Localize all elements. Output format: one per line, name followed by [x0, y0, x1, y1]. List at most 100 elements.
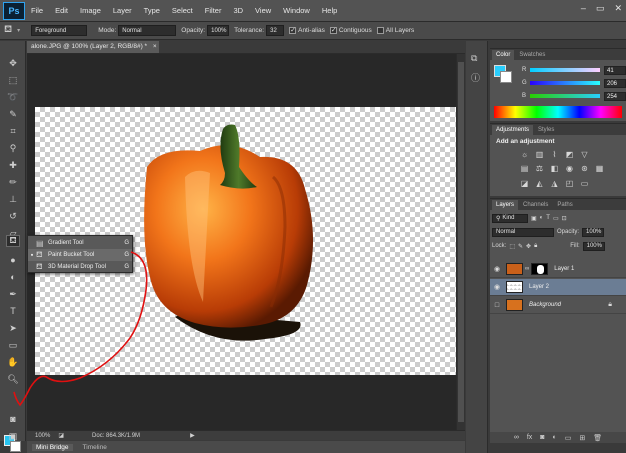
vibrance-icon[interactable]: ▽ [580, 151, 589, 159]
doc-size-info: Doc: 864.3K/1.9M [92, 432, 141, 439]
tab-mini-bridge[interactable]: Mini Bridge [32, 443, 73, 451]
properties-panel-icon[interactable]: ⓘ [471, 71, 480, 84]
tab-timeline[interactable]: Timeline [79, 444, 111, 451]
red-slider-row: R 41 [522, 65, 626, 75]
tab-channels[interactable]: Channels [519, 200, 552, 210]
lock-position-icon[interactable]: ✥ [526, 243, 531, 250]
gradient-map-icon[interactable]: ▭ [580, 180, 589, 188]
green-slider[interactable] [530, 81, 600, 85]
tab-adjustments[interactable]: Adjustments [492, 125, 534, 135]
color-panel: Color Swatches R 41 G 206 B 254 [490, 48, 626, 121]
background-layer-name[interactable]: Background [529, 302, 561, 308]
color-spectrum-ramp[interactable] [494, 106, 622, 118]
bottom-panel-tabs: Mini Bridge Timeline [27, 441, 465, 453]
fill-label: Fill: [570, 243, 580, 249]
layer-1-name[interactable]: Layer 1 [554, 266, 574, 272]
adjustments-panel-tabs: Adjustments Styles [490, 124, 626, 135]
lock-row: Lock: ⬚ ✎ ✥ 🔒︎ Fill: 100% [492, 241, 624, 251]
threshold-icon[interactable]: ◮ [550, 180, 559, 188]
layer-opacity-label: Opacity: [557, 229, 580, 235]
photo-filter-icon[interactable]: ◉ [565, 165, 574, 173]
levels-icon[interactable]: ▥ [535, 151, 544, 159]
red-label: R [522, 67, 527, 73]
filter-shape-icon[interactable]: ▭ [553, 215, 559, 222]
layer-row-layer-1[interactable]: ◉ ∞ Layer 1 [490, 261, 626, 278]
delete-layer-icon[interactable]: 🗑︎ [593, 434, 602, 442]
lock-image-icon[interactable]: ✎ [518, 243, 523, 250]
layer-row-layer-2[interactable]: ◉ Layer 2 [490, 279, 626, 296]
collapsed-panel-icons: ⧉ ⓘ [466, 41, 488, 453]
layer-row-background[interactable]: □ Background 🔒︎ [490, 297, 626, 314]
history-panel-icon[interactable]: ⧉ [471, 53, 477, 64]
filter-adjust-icon[interactable]: ◐ [540, 215, 544, 221]
tab-styles[interactable]: Styles [534, 125, 558, 135]
fill-value: 100% [586, 243, 602, 249]
green-slider-row: G 206 [522, 78, 626, 88]
fill-input[interactable]: 100% [582, 241, 605, 251]
layer-filter-select[interactable]: ⚲ Kind [492, 213, 528, 223]
black-white-icon[interactable]: ◧ [550, 165, 559, 173]
exposure-icon[interactable]: ◩ [565, 151, 574, 159]
adjustments-panel: Adjustments Styles Add an adjustment ☼ ▥… [490, 123, 626, 196]
filter-type-icon[interactable]: T [546, 215, 550, 221]
blend-mode-value: Normal [496, 229, 516, 235]
blend-mode-select[interactable]: Normal [492, 227, 554, 237]
layers-panel: Layers Channels Paths ⚲ Kind ▣ ◐ T ▭ ⊡ N… [490, 198, 626, 443]
layer-filter-row: ⚲ Kind ▣ ◐ T ▭ ⊡ [492, 213, 624, 223]
tab-color[interactable]: Color [492, 50, 515, 60]
invert-icon[interactable]: ◪ [520, 180, 529, 188]
layers-footer: ∞ fx ◙ ◐ ▭ ⊞ 🗑︎ [490, 432, 626, 443]
blue-value[interactable]: 254 [604, 91, 626, 101]
layer-opacity-input[interactable]: 100% [582, 227, 605, 237]
color-panel-tabs: Color Swatches [490, 49, 626, 60]
status-arrow-icon[interactable]: ▶ [190, 432, 195, 439]
red-slider[interactable] [530, 68, 600, 72]
blue-label: B [522, 93, 527, 99]
visibility-eye-icon[interactable]: ◉ [490, 283, 504, 291]
layer-2-thumbnail [506, 281, 523, 293]
tab-layers[interactable]: Layers [492, 200, 519, 210]
lock-transparent-icon[interactable]: ⬚ [509, 243, 515, 250]
new-group-icon[interactable]: ▭ [565, 434, 572, 442]
tab-paths[interactable]: Paths [553, 200, 576, 210]
tab-swatches[interactable]: Swatches [515, 50, 549, 60]
green-value[interactable]: 206 [604, 78, 626, 88]
layer-style-icon[interactable]: fx [527, 434, 532, 441]
posterize-icon[interactable]: ◭ [535, 180, 544, 188]
selective-color-icon[interactable]: ◰ [565, 180, 574, 188]
color-lookup-icon[interactable]: ▦ [595, 165, 604, 173]
status-bar: 100% ◪ Doc: 864.3K/1.9M ▶ [27, 430, 465, 440]
filter-kind-value: Kind [502, 215, 515, 221]
layer-1-mask-thumbnail[interactable] [531, 263, 549, 275]
red-value[interactable]: 41 [604, 65, 626, 75]
add-mask-icon[interactable]: ◙ [540, 434, 544, 441]
visibility-empty-box[interactable]: □ [490, 302, 504, 309]
add-adjustment-title: Add an adjustment [496, 138, 555, 145]
zoom-level[interactable]: 100% [27, 433, 58, 439]
filter-pixel-icon[interactable]: ▣ [531, 215, 537, 222]
red-arrow-path [13, 251, 148, 407]
search-icon: ⚲ [496, 215, 501, 222]
layer-2-name[interactable]: Layer 2 [529, 284, 549, 290]
blend-row: Normal Opacity: 100% [492, 227, 624, 237]
layers-panel-tabs: Layers Channels Paths [490, 199, 626, 210]
new-adjustment-icon[interactable]: ◐ [553, 434, 557, 441]
link-layers-icon[interactable]: ∞ [514, 434, 519, 441]
green-label: G [522, 80, 527, 86]
filter-smart-icon[interactable]: ⊡ [562, 215, 567, 222]
blue-slider[interactable] [530, 94, 600, 98]
lock-all-icon[interactable]: 🔒︎ [534, 243, 537, 250]
color-bg-swatch[interactable] [500, 71, 512, 83]
visibility-eye-icon[interactable]: ◉ [490, 265, 504, 273]
brightness-icon[interactable]: ☼ [520, 151, 529, 159]
background-thumbnail [506, 299, 523, 311]
hue-saturation-icon[interactable]: ▤ [520, 165, 529, 173]
layer-1-thumbnail [506, 263, 523, 275]
lock-label: Lock: [492, 243, 507, 249]
color-balance-icon[interactable]: ⚖ [535, 165, 544, 173]
new-layer-icon[interactable]: ⊞ [579, 434, 585, 442]
chain-link-icon[interactable]: ∞ [525, 266, 529, 272]
curves-icon[interactable]: ⌇ [550, 151, 559, 159]
status-menu-icon[interactable]: ◪ [58, 432, 64, 439]
channel-mixer-icon[interactable]: ⊛ [580, 165, 589, 173]
